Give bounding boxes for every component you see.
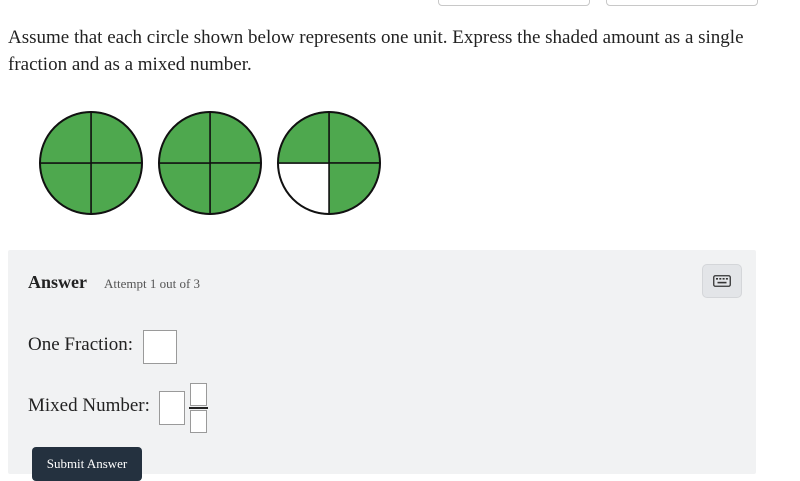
one-fraction-label: One Fraction: xyxy=(28,334,134,355)
submit-answer-button[interactable]: Submit Answer xyxy=(32,447,142,481)
fraction-circles-figure xyxy=(39,111,381,215)
top-button-right[interactable] xyxy=(606,0,758,6)
fraction-bar xyxy=(189,407,208,409)
fraction-circle-3 xyxy=(277,111,381,215)
answer-title: Answer xyxy=(28,272,87,292)
answer-panel: Answer Attempt 1 out of 3 One Fraction: … xyxy=(8,250,756,481)
mixed-denominator-input[interactable] xyxy=(190,410,207,433)
question-text: Assume that each circle shown below repr… xyxy=(8,27,744,75)
attempt-counter: Attempt 1 out of 3 xyxy=(104,276,201,291)
one-fraction-input[interactable] xyxy=(143,330,177,364)
mixed-whole-input[interactable] xyxy=(159,391,185,425)
fraction-circle-2 xyxy=(158,111,262,215)
mixed-number-label: Mixed Number: xyxy=(28,395,150,416)
mixed-numerator-input[interactable] xyxy=(190,383,207,406)
top-button-left[interactable] xyxy=(438,0,590,6)
fraction-circle-1 xyxy=(39,111,143,215)
keyboard-button[interactable] xyxy=(702,264,742,298)
keyboard-icon xyxy=(713,275,731,287)
